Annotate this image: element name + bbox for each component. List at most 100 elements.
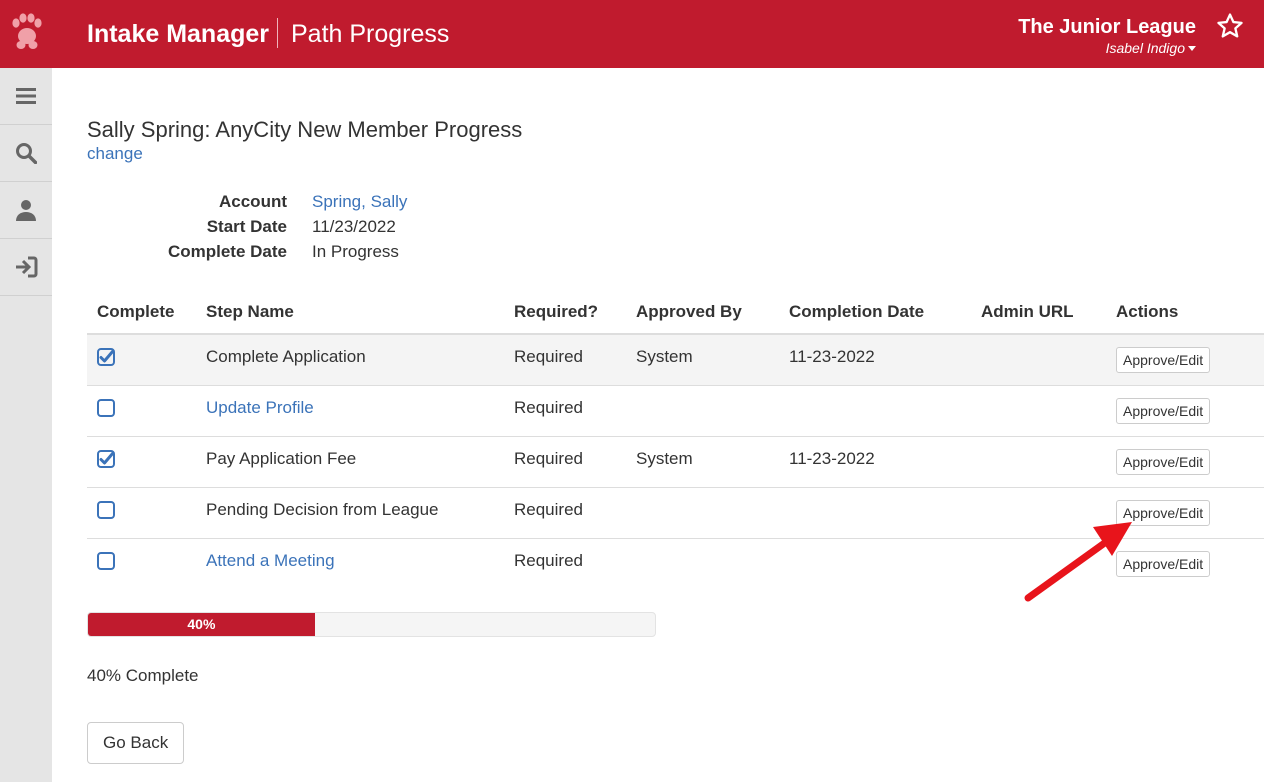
admin-url-cell [981, 385, 1116, 437]
table-row: Update Profile Required Approve/Edit [87, 385, 1264, 437]
completion-date-cell: 11-23-2022 [789, 334, 981, 386]
sign-in-icon [16, 256, 38, 278]
table-row: Pending Decision from League Required Appr… [87, 487, 1264, 539]
user-name: Isabel Indigo [1105, 40, 1185, 56]
column-header-required: Required? [514, 290, 636, 335]
page-section-title: Path Progress [291, 20, 450, 48]
actions-cell: Approve/Edit [1116, 538, 1264, 589]
steps-table-body: Complete Application Required System 11-23-… [87, 334, 1264, 589]
sidebar-item-profile[interactable] [0, 182, 52, 239]
actions-cell: Approve/Edit [1116, 487, 1264, 539]
admin-url-cell [981, 334, 1116, 386]
admin-url-cell [981, 436, 1116, 488]
column-header-admin-url: Admin URL [981, 290, 1116, 335]
step-cell: Complete Application [206, 334, 514, 386]
required-cell: Required [514, 487, 636, 539]
required-value: Required [514, 550, 583, 570]
approved-by-cell [636, 538, 789, 589]
menu-icon [16, 88, 36, 104]
approved-by-value: System [636, 448, 693, 468]
completion-date-cell: 11-23-2022 [789, 436, 981, 488]
column-header-actions: Actions [1116, 290, 1264, 335]
completion-date-cell [789, 487, 981, 539]
sidebar [0, 68, 52, 782]
complete-cell[interactable] [87, 538, 206, 589]
complete-cell[interactable] [87, 385, 206, 437]
table-header-row: Complete Step Name Required? Approved By… [87, 290, 1264, 335]
step-name: Pending Decision from League [206, 499, 439, 519]
required-value: Required [514, 448, 583, 468]
required-cell: Required [514, 538, 636, 589]
organization-name: The Junior League [1018, 16, 1196, 38]
complete-date-label: Complete Date [167, 242, 287, 261]
progress-bar-fill: 40% [88, 613, 315, 636]
approve-edit-button[interactable]: Approve/Edit [1116, 499, 1211, 526]
progress-bar: 40% [87, 612, 656, 637]
app-title: Intake Manager [87, 20, 270, 48]
step-link-attend-a-meeting[interactable]: Attend a Meeting [206, 551, 514, 571]
search-icon [16, 143, 37, 164]
column-header-step-name: Step Name [206, 290, 514, 335]
actions-cell: Approve/Edit [1116, 334, 1264, 386]
star-icon[interactable] [1216, 12, 1244, 40]
start-date-value: 11/23/2022 [312, 217, 396, 236]
approved-by-cell [636, 385, 789, 437]
approve-edit-button[interactable]: Approve/Edit [1116, 397, 1211, 424]
step-cell: Pay Application Fee [206, 436, 514, 488]
admin-url-cell [981, 487, 1116, 539]
percent-complete-text: 40% Complete [87, 666, 199, 685]
complete-cell[interactable] [87, 334, 206, 386]
page-title: Sally Spring: AnyCity New Member Progres… [87, 117, 523, 142]
user-icon [16, 200, 36, 221]
column-header-complete: Complete [87, 290, 206, 335]
title-divider [277, 18, 278, 48]
sidebar-item-sign-in[interactable] [0, 239, 52, 296]
completion-date-cell [789, 538, 981, 589]
account-link[interactable]: Spring, Sally [312, 192, 407, 212]
complete-cell[interactable] [87, 436, 206, 488]
go-back-button[interactable]: Go Back [87, 722, 185, 764]
sidebar-item-search[interactable] [0, 125, 52, 182]
approved-by-cell: System [636, 436, 789, 488]
caret-down-icon [1188, 46, 1196, 51]
complete-date-value: In Progress [312, 242, 399, 261]
checkbox-checked-icon [97, 449, 115, 468]
required-cell: Required [514, 385, 636, 437]
step-link-update-profile[interactable]: Update Profile [206, 398, 514, 418]
completion-date-cell [789, 385, 981, 437]
user-menu[interactable]: Isabel Indigo [1106, 40, 1196, 56]
approve-edit-button[interactable]: Approve/Edit [1116, 346, 1211, 373]
required-value: Required [514, 346, 583, 366]
approved-by-value: System [636, 346, 693, 366]
required-value: Required [514, 499, 583, 519]
checkbox-unchecked-icon [97, 398, 115, 417]
complete-cell[interactable] [87, 487, 206, 539]
step-cell: Update Profile [206, 385, 514, 437]
change-link[interactable]: change [87, 144, 143, 164]
checkbox-unchecked-icon [97, 500, 115, 519]
checkbox-unchecked-icon [97, 551, 115, 570]
step-cell: Attend a Meeting [206, 538, 514, 589]
completion-date-value: 11-23-2022 [789, 448, 875, 468]
required-cell: Required [514, 334, 636, 386]
approve-edit-button[interactable]: Approve/Edit [1116, 448, 1211, 475]
admin-url-cell [981, 538, 1116, 589]
step-name: Complete Application [206, 346, 366, 366]
step-name: Pay Application Fee [206, 448, 357, 468]
checkbox-checked-icon [97, 347, 115, 366]
top-bar: Intake Manager Path Progress The Junior … [0, 0, 1264, 68]
start-date-label: Start Date [206, 217, 287, 236]
step-cell: Pending Decision from League [206, 487, 514, 539]
column-header-approved-by: Approved By [636, 290, 789, 335]
approve-edit-button[interactable]: Approve/Edit [1116, 550, 1211, 577]
column-header-completion-date: Completion Date [789, 290, 981, 335]
paw-logo-icon[interactable] [8, 12, 44, 52]
approved-by-cell [636, 487, 789, 539]
required-cell: Required [514, 436, 636, 488]
completion-date-value: 11-23-2022 [789, 346, 875, 366]
steps-table: Complete Step Name Required? Approved By… [87, 290, 1264, 589]
actions-cell: Approve/Edit [1116, 436, 1264, 488]
sidebar-item-menu[interactable] [0, 68, 52, 125]
actions-cell: Approve/Edit [1116, 385, 1264, 437]
table-row: Attend a Meeting Required Approve/Edit [87, 538, 1264, 589]
